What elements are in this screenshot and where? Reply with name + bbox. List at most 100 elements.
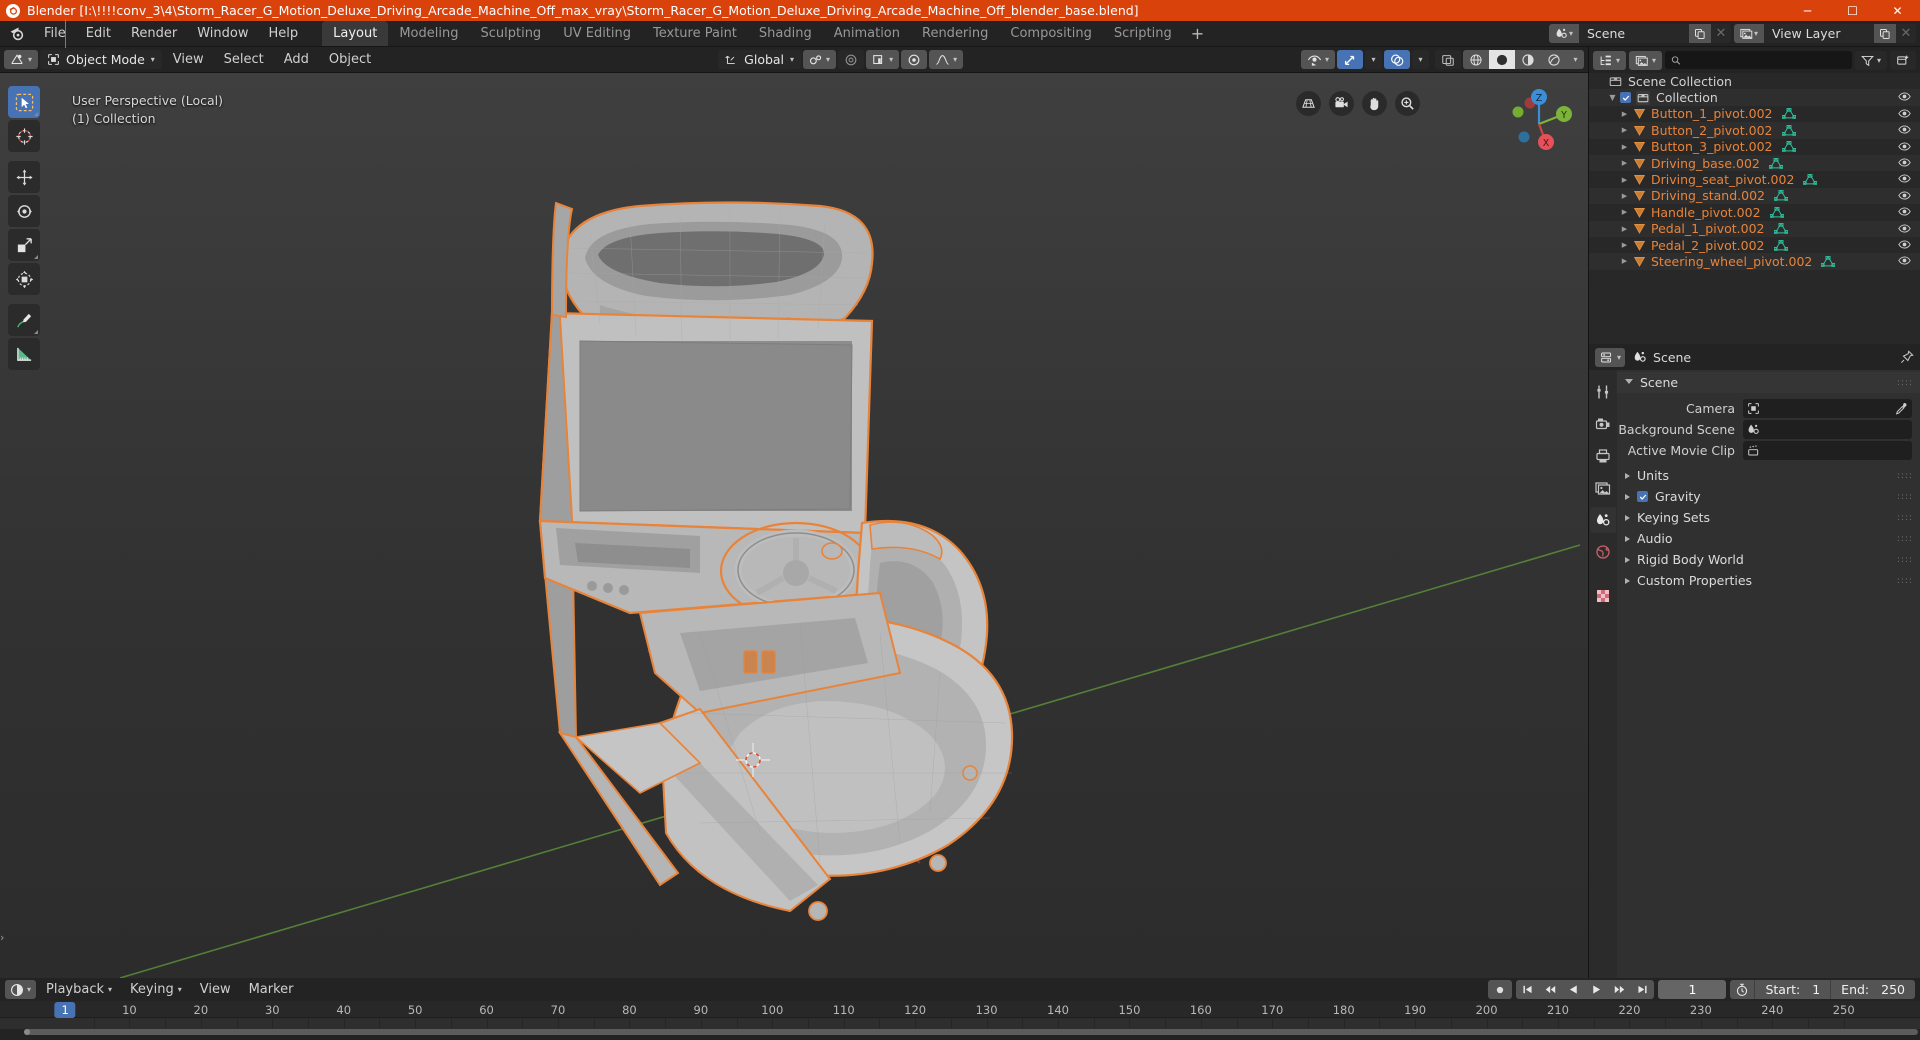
panel-keying-sets[interactable]: Keying Sets :::: [1617,507,1920,528]
outliner-row-object[interactable]: ▶ Driving_base.002 [1589,154,1920,172]
object-disclosure-triangle[interactable]: ▶ [1619,126,1630,134]
viewport-sidebar-toggle[interactable]: › [0,931,4,944]
snap-target-icon[interactable] [901,50,928,69]
outliner-row-object[interactable]: ▶ Driving_seat_pivot.002 [1589,171,1920,187]
mesh-data-icon[interactable] [1803,174,1818,185]
menu-render[interactable]: Render [121,21,187,46]
object-visibility-eye-icon[interactable] [1898,123,1911,136]
object-visibility-eye-icon[interactable] [1898,140,1911,153]
cursor-tool[interactable] [8,120,40,152]
shading-rendered-icon[interactable] [1541,50,1567,69]
jump-to-start-button[interactable] [1516,980,1539,999]
timeline-menu-view[interactable]: View [192,980,239,999]
viewport-menu-add[interactable]: Add [275,50,318,69]
timeline-playhead[interactable] [65,19,67,48]
outliner-row-object[interactable]: ▶ Button_2_pivot.002 [1589,122,1920,139]
shading-solid-icon[interactable] [1489,50,1515,69]
shading-wireframe-icon[interactable] [1463,50,1489,69]
view-layer-name-field[interactable]: View Layer [1764,24,1874,43]
object-disclosure-triangle[interactable]: ▶ [1619,192,1630,200]
object-visibility-eye-icon[interactable] [1898,205,1911,218]
outliner-row-object[interactable]: ▶ Button_3_pivot.002 [1589,139,1920,155]
proportional-edit-icon[interactable] [838,50,865,69]
scale-tool[interactable] [8,229,40,261]
gizmo-options-caret[interactable]: ▾ [1365,50,1382,69]
end-frame-field[interactable]: End: 250 [1830,980,1915,1000]
scene-unlink-button[interactable]: ✕ [1711,24,1731,43]
play-reverse-button[interactable] [1562,980,1585,999]
maximize-button[interactable]: ☐ [1830,0,1875,21]
field-background-scene-input[interactable] [1743,420,1912,439]
mesh-data-icon[interactable] [1769,206,1784,218]
menu-help[interactable]: Help [259,21,309,46]
transform-orientation-selector[interactable]: Global ▾ [718,50,802,69]
tab-rendering[interactable]: Rendering [911,21,999,46]
object-disclosure-triangle[interactable]: ▶ [1619,257,1630,265]
outliner-row-object[interactable]: ▶ Handle_pivot.002 [1589,204,1920,220]
outliner-row-collection[interactable]: ▼ Collection [1589,89,1920,106]
viewport-menu-object[interactable]: Object [320,50,380,69]
jump-to-end-button[interactable] [1631,980,1654,999]
scene-name-field[interactable]: Scene [1579,24,1689,43]
outliner-filter-button[interactable]: ▾ [1854,50,1887,70]
hand-icon[interactable] [1362,91,1387,116]
tab-layout[interactable]: Layout [322,21,389,46]
object-visibility-eye-icon[interactable] [1898,222,1911,235]
tab-texture-paint[interactable]: Texture Paint [642,21,748,46]
camera-icon[interactable] [1329,91,1354,116]
viewport-menu-select[interactable]: Select [215,50,273,69]
tab-texture-properties[interactable] [1590,583,1616,609]
camera-eyedropper-icon[interactable] [1895,402,1908,415]
properties-editor-type-selector[interactable]: ▾ [1595,347,1626,367]
panel-rigid-body-world[interactable]: Rigid Body World :::: [1617,549,1920,570]
timeline-track[interactable] [0,1018,1920,1029]
mesh-data-icon[interactable] [1773,223,1788,234]
tweak-select-tool[interactable] [8,86,40,118]
outliner-row-object[interactable]: ▶ Pedal_1_pivot.002 [1589,220,1920,237]
editor-type-selector[interactable]: ▾ [4,50,39,69]
visibility-selector[interactable]: ▾ [1300,50,1335,69]
timeline-scrollbar-thumb[interactable] [24,1029,1918,1036]
overlays-toggle-icon[interactable] [1384,50,1410,69]
object-visibility-eye-icon[interactable] [1898,107,1911,120]
tab-scene-properties[interactable] [1590,507,1616,533]
outliner-row-object[interactable]: ▶ Pedal_2_pivot.002 [1589,237,1920,253]
use-preview-range-icon[interactable] [1730,980,1754,999]
gizmo-toggle-icon[interactable] [1337,50,1363,69]
view-layer-selector[interactable]: ▾ View Layer ✕ [1734,24,1916,43]
mesh-data-icon[interactable] [1773,190,1788,202]
scene-icon[interactable]: ▾ [1549,24,1579,43]
tab-sculpting[interactable]: Sculpting [469,21,552,46]
move-tool[interactable] [8,161,40,193]
tab-scripting[interactable]: Scripting [1103,21,1183,46]
shading-options-caret[interactable]: ▾ [1567,50,1584,69]
object-disclosure-triangle[interactable]: ▶ [1619,159,1630,167]
tab-render-properties[interactable] [1590,411,1616,437]
object-disclosure-triangle[interactable]: ▶ [1619,143,1630,151]
xray-toggle-icon[interactable] [1435,50,1461,69]
add-workspace-button[interactable]: + [1183,21,1212,46]
grid-icon[interactable] [1296,91,1321,116]
mesh-data-icon[interactable] [1773,239,1788,251]
mesh-data-icon[interactable] [1781,124,1796,136]
interaction-mode-selector[interactable]: Object Mode ▾ [40,50,162,69]
pivot-point-selector[interactable]: ▾ [866,50,900,69]
outliner-row-scene-collection[interactable]: Scene Collection [1589,73,1920,89]
timeline-editor-type-selector[interactable]: ▾ [5,980,37,1000]
proportional-falloff-selector[interactable]: ▾ [929,50,964,69]
auto-keying-record-icon[interactable] [1488,980,1513,1000]
object-visibility-eye-icon[interactable] [1898,238,1911,251]
gravity-checkbox[interactable] [1637,491,1648,502]
mesh-data-icon[interactable] [1781,108,1796,120]
object-disclosure-triangle[interactable]: ▶ [1619,176,1630,184]
outliner-search-field[interactable] [1686,53,1846,67]
panel-units[interactable]: Units :::: [1617,465,1920,486]
measure-tool[interactable] [8,338,40,370]
jump-to-previous-keyframe-button[interactable] [1539,980,1562,999]
view-layer-unlink-button[interactable]: ✕ [1896,24,1916,43]
scene-selector[interactable]: ▾ Scene ✕ [1549,24,1731,43]
outliner-row-object[interactable]: ▶ Steering_wheel_pivot.002 [1589,253,1920,270]
timeline-menu-marker[interactable]: Marker [241,980,302,999]
blender-logo-icon[interactable] [0,21,34,46]
panel-scene-header[interactable]: Scene :::: [1617,372,1920,393]
